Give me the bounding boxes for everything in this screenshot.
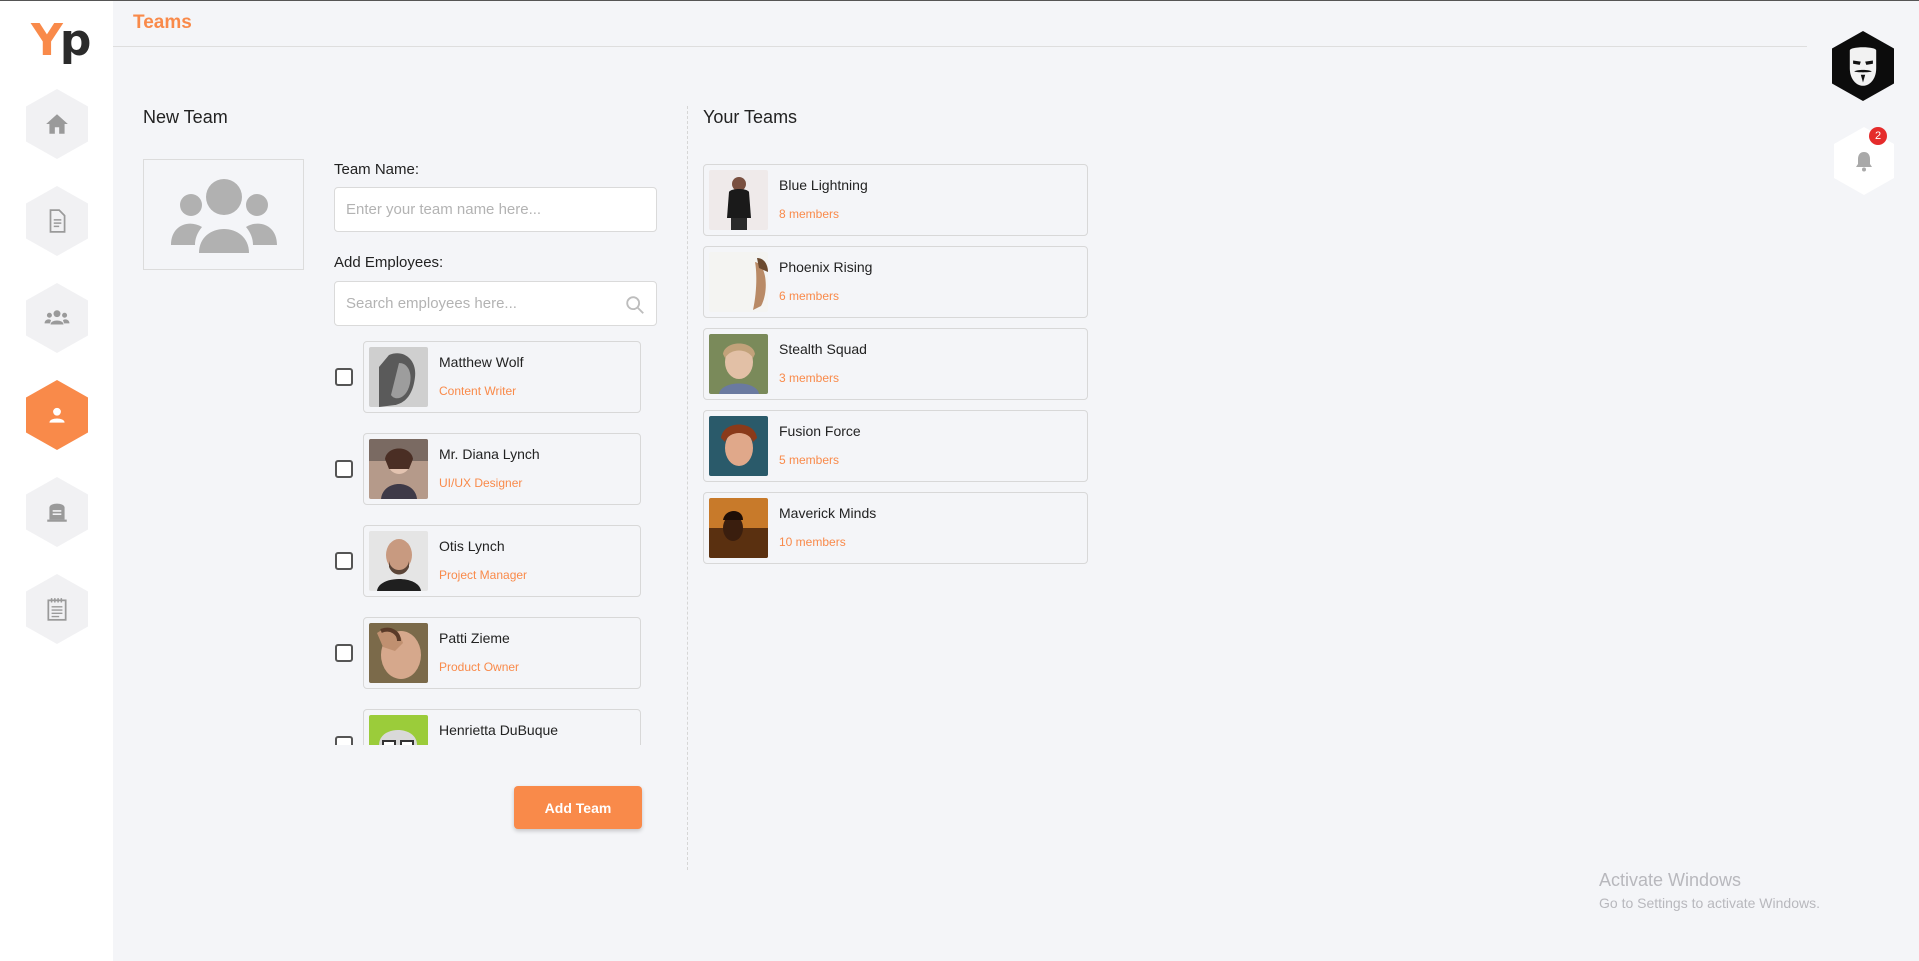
section-divider <box>687 106 688 870</box>
employee-role: Project Manager <box>439 568 528 582</box>
users-icon <box>44 310 70 325</box>
sidebar: Yp <box>0 1 113 961</box>
page-title: Teams <box>133 12 192 33</box>
id-badge-icon <box>47 503 67 522</box>
team-members: 10 members <box>779 535 846 549</box>
team-avatar <box>709 334 768 394</box>
employee-name: Mr. Diana Lynch <box>439 446 540 462</box>
header-divider <box>113 46 1807 47</box>
list-item: Matthew Wolf Content Writer <box>330 341 650 413</box>
list-item: Henrietta DuBuque <box>330 709 650 745</box>
employee-list[interactable]: Matthew Wolf Content Writer Mr. Diana Ly… <box>330 337 650 745</box>
team-name: Stealth Squad <box>779 341 867 357</box>
sidebar-item-documents[interactable] <box>26 186 88 256</box>
team-photo-upload[interactable] <box>143 159 304 270</box>
logo-letter-y: Y <box>31 15 63 66</box>
employee-name: Matthew Wolf <box>439 354 524 370</box>
list-item: Otis Lynch Project Manager <box>330 525 650 597</box>
user-icon <box>49 407 65 423</box>
employee-name: Otis Lynch <box>439 538 505 554</box>
team-name: Fusion Force <box>779 423 861 439</box>
mask-avatar-icon <box>1849 47 1877 86</box>
employee-checkbox[interactable] <box>335 460 353 478</box>
home-icon <box>46 114 68 134</box>
employee-checkbox[interactable] <box>335 644 353 662</box>
team-avatar <box>709 252 768 312</box>
employee-avatar <box>369 531 428 591</box>
activate-windows-subtitle: Go to Settings to activate Windows. <box>1599 895 1820 911</box>
list-item: Patti Zieme Product Owner <box>330 617 650 689</box>
team-name: Blue Lightning <box>779 177 868 193</box>
employee-checkbox[interactable] <box>335 736 353 745</box>
sidebar-item-groups[interactable] <box>26 283 88 353</box>
bell-icon <box>1856 152 1872 172</box>
employee-checkbox[interactable] <box>335 368 353 386</box>
team-card[interactable]: Maverick Minds 10 members <box>703 492 1088 564</box>
employee-card[interactable]: Matthew Wolf Content Writer <box>363 341 641 413</box>
team-name: Phoenix Rising <box>779 259 873 275</box>
sidebar-item-teams[interactable] <box>26 380 88 450</box>
employee-card[interactable]: Henrietta DuBuque <box>363 709 641 745</box>
add-employees-label: Add Employees: <box>334 254 444 271</box>
new-team-heading: New Team <box>143 107 228 127</box>
employee-card[interactable]: Mr. Diana Lynch UI/UX Designer <box>363 433 641 505</box>
notepad-icon <box>47 598 67 621</box>
team-card[interactable]: Blue Lightning 8 members <box>703 164 1088 236</box>
sidebar-item-id[interactable] <box>26 477 88 547</box>
team-members: 3 members <box>779 371 840 385</box>
team-name: Maverick Minds <box>779 505 877 521</box>
team-avatar <box>709 170 768 230</box>
document-icon <box>49 209 66 233</box>
employee-search-input[interactable] <box>334 281 657 326</box>
list-item: Mr. Diana Lynch UI/UX Designer <box>330 433 650 505</box>
add-team-button[interactable]: Add Team <box>514 786 642 829</box>
employee-name: Henrietta DuBuque <box>439 722 559 738</box>
team-avatar <box>709 498 768 558</box>
employee-role: Content Writer <box>439 384 517 398</box>
activate-windows-title: Activate Windows <box>1599 870 1742 890</box>
team-card[interactable]: Fusion Force 5 members <box>703 410 1088 482</box>
sidebar-item-home[interactable] <box>26 89 88 159</box>
notification-count-badge: 2 <box>1869 127 1887 145</box>
employee-card[interactable]: Otis Lynch Project Manager <box>363 525 641 597</box>
search-icon[interactable] <box>624 294 646 316</box>
employee-card[interactable]: Patti Zieme Product Owner <box>363 617 641 689</box>
employee-avatar <box>369 347 428 407</box>
app-logo[interactable]: Yp <box>31 15 91 67</box>
team-card[interactable]: Stealth Squad 3 members <box>703 328 1088 400</box>
user-avatar[interactable] <box>1832 31 1894 101</box>
employee-avatar <box>369 439 428 499</box>
employee-checkbox[interactable] <box>335 552 353 570</box>
team-card[interactable]: Phoenix Rising 6 members <box>703 246 1088 318</box>
employee-role: UI/UX Designer <box>439 476 523 490</box>
team-avatar <box>709 416 768 476</box>
team-members: 5 members <box>779 453 840 467</box>
team-members: 8 members <box>779 207 840 221</box>
team-name-input[interactable] <box>334 187 657 232</box>
sidebar-item-notes[interactable] <box>26 574 88 644</box>
employee-avatar <box>369 623 428 683</box>
team-placeholder-icon <box>170 178 277 253</box>
employee-name: Patti Zieme <box>439 630 510 646</box>
team-name-label: Team Name: <box>334 161 420 178</box>
logo-letter-p: p <box>59 15 91 66</box>
employee-avatar <box>369 715 428 745</box>
employee-role: Product Owner <box>439 660 520 674</box>
team-members: 6 members <box>779 289 840 303</box>
your-teams-heading: Your Teams <box>703 107 798 127</box>
